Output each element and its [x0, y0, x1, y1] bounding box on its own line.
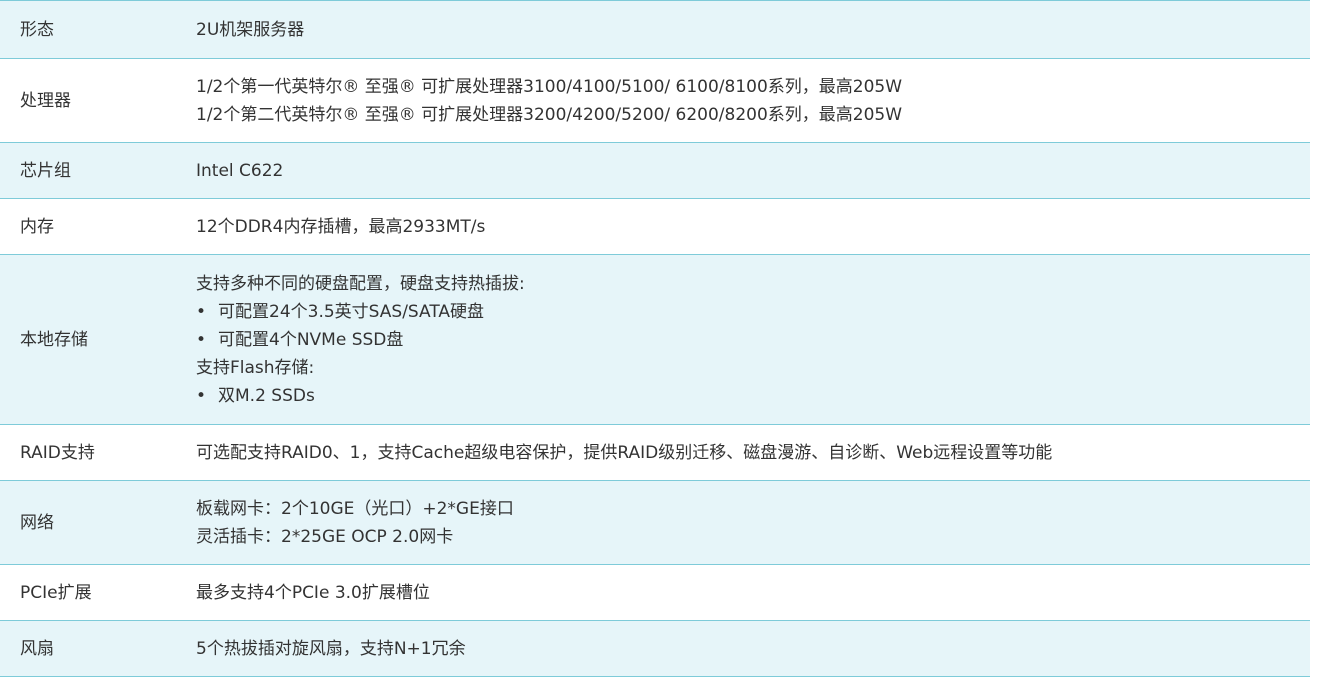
- value-line: 5个热拔插对旋风扇，支持N+1冗余: [196, 638, 466, 659]
- value-line: 2U机架服务器: [196, 19, 305, 40]
- value-line: 支持Flash存储:: [196, 357, 315, 378]
- bullet-dot: •: [196, 385, 207, 406]
- row-value-raid: 可选配支持RAID0、1，支持Cache超级电容保护，提供RAID级别迁移、磁盘…: [176, 425, 1310, 481]
- bullet-text: 可配置4个NVMe SSD盘: [218, 329, 404, 350]
- row-label-form: 形态: [20, 19, 54, 40]
- bullet-item: • 可配置4个NVMe SSD盘: [196, 326, 1310, 354]
- bullet-text: 可配置24个3.5英寸SAS/SATA硬盘: [218, 301, 485, 322]
- row-value-processor: 1/2个第一代英特尔® 至强® 可扩展处理器3100/4100/5100/ 61…: [176, 59, 1310, 143]
- value-line: 1/2个第二代英特尔® 至强® 可扩展处理器3200/4200/5200/ 62…: [196, 104, 903, 125]
- value-line: 灵活插卡：2*25GE OCP 2.0网卡: [196, 526, 454, 547]
- value-line: 板载网卡：2个10GE（光口）+2*GE接口: [196, 498, 514, 519]
- table-row: 处理器 1/2个第一代英特尔® 至强® 可扩展处理器3100/4100/5100…: [0, 58, 1310, 143]
- row-value-pcie: 最多支持4个PCIe 3.0扩展槽位: [176, 565, 1310, 621]
- row-value-storage: 支持多种不同的硬盘配置，硬盘支持热插拔: • 可配置24个3.5英寸SAS/SAT…: [176, 255, 1310, 425]
- value-line: 支持多种不同的硬盘配置，硬盘支持热插拔:: [196, 273, 525, 294]
- table-row: PCIe扩展 最多支持4个PCIe 3.0扩展槽位: [0, 564, 1310, 621]
- row-label-chipset: 芯片组: [20, 160, 71, 181]
- row-value-form: 2U机架服务器: [176, 1, 1310, 59]
- row-value-chipset: Intel C622: [176, 143, 1310, 199]
- row-label-storage: 本地存储: [20, 329, 88, 350]
- value-line: 12个DDR4内存插槽，最高2933MT/s: [196, 216, 486, 237]
- value-line: 1/2个第一代英特尔® 至强® 可扩展处理器3100/4100/5100/ 61…: [196, 76, 903, 97]
- table-row: 形态 2U机架服务器: [0, 0, 1310, 59]
- table-row: 本地存储 支持多种不同的硬盘配置，硬盘支持热插拔: • 可配置24个3.5英寸SA…: [0, 254, 1310, 425]
- row-label-raid: RAID支持: [20, 442, 95, 463]
- table-row: 芯片组 Intel C622: [0, 142, 1310, 199]
- row-value-memory: 12个DDR4内存插槽，最高2933MT/s: [176, 199, 1310, 255]
- value-line: Intel C622: [196, 160, 284, 181]
- bullet-item: • 双M.2 SSDs: [196, 382, 1310, 410]
- table-row: 风扇 5个热拔插对旋风扇，支持N+1冗余: [0, 620, 1310, 677]
- bullet-dot: •: [196, 301, 207, 322]
- table-row: RAID支持 可选配支持RAID0、1，支持Cache超级电容保护，提供RAID…: [0, 424, 1310, 481]
- bullet-dot: •: [196, 329, 207, 350]
- row-value-fan: 5个热拔插对旋风扇，支持N+1冗余: [176, 621, 1310, 677]
- bullet-item: • 可配置24个3.5英寸SAS/SATA硬盘: [196, 298, 1310, 326]
- row-label-network: 网络: [20, 512, 54, 533]
- row-label-memory: 内存: [20, 216, 54, 237]
- row-label-processor: 处理器: [20, 90, 71, 111]
- value-line: 可选配支持RAID0、1，支持Cache超级电容保护，提供RAID级别迁移、磁盘…: [196, 442, 1053, 463]
- row-value-network: 板载网卡：2个10GE（光口）+2*GE接口 灵活插卡：2*25GE OCP 2…: [176, 481, 1310, 565]
- spec-table: 形态 2U机架服务器 处理器 1/2个第一代英特尔® 至强® 可扩展处理器310…: [0, 0, 1310, 677]
- bullet-text: 双M.2 SSDs: [218, 385, 315, 406]
- value-line: 最多支持4个PCIe 3.0扩展槽位: [196, 582, 430, 603]
- table-row: 内存 12个DDR4内存插槽，最高2933MT/s: [0, 198, 1310, 255]
- table-row: 网络 板载网卡：2个10GE（光口）+2*GE接口 灵活插卡：2*25GE OC…: [0, 480, 1310, 565]
- row-label-fan: 风扇: [20, 638, 54, 659]
- row-label-pcie: PCIe扩展: [20, 582, 92, 603]
